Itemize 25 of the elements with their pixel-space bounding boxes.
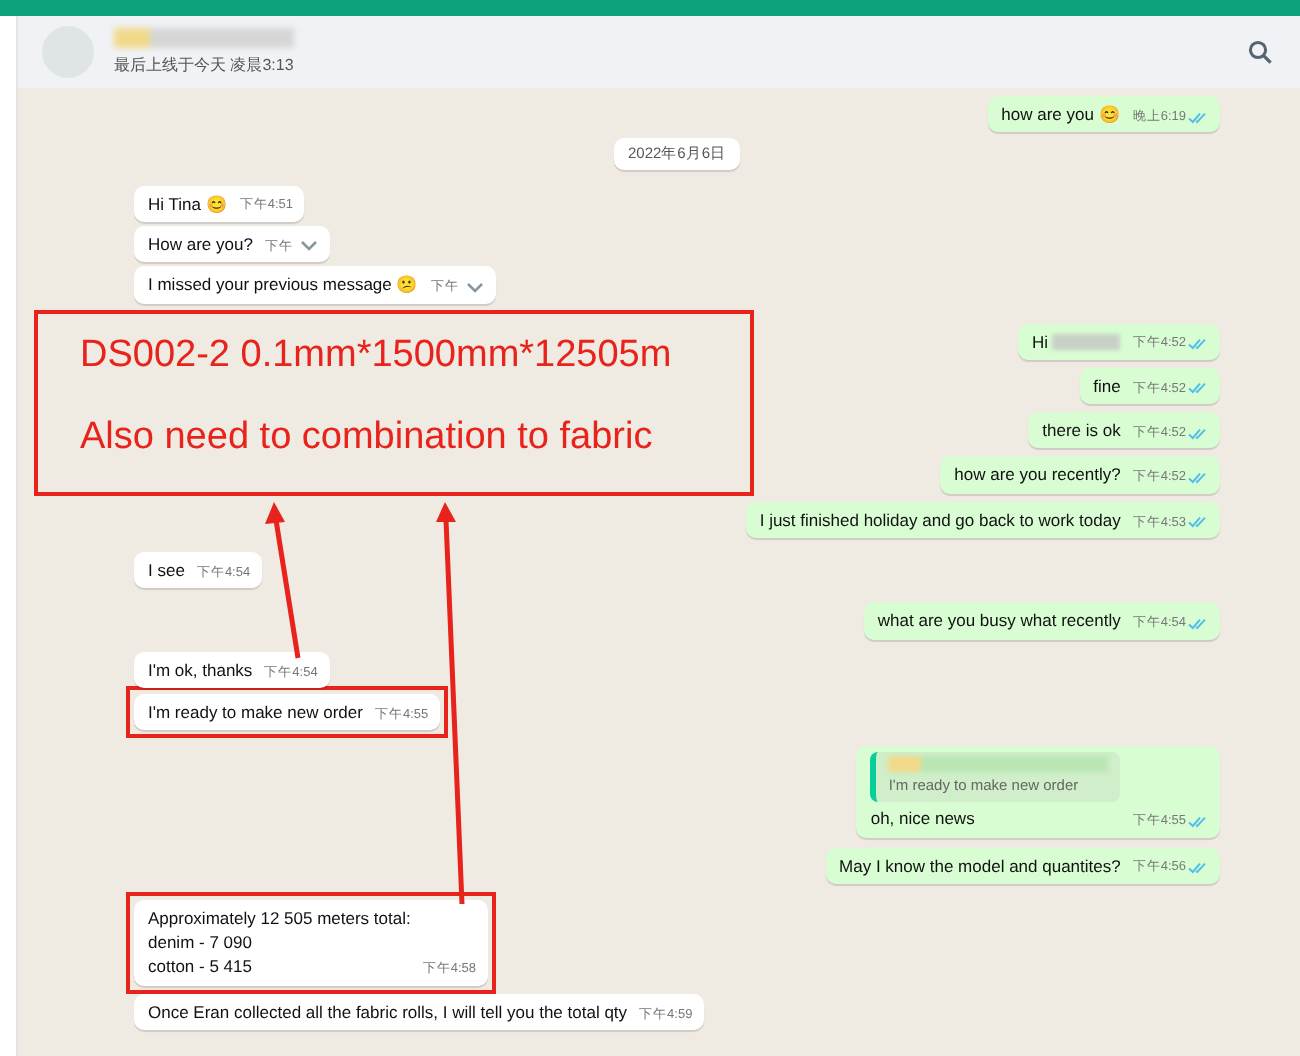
message-text: Once Eran collected all the fabric rolls, I will tell you the total qty bbox=[148, 1001, 628, 1022]
annotation-text: DS002-2 0.1mm*1500mm*12505m bbox=[80, 334, 674, 380]
message-text: oh, nice news bbox=[870, 808, 975, 829]
message-text: Hi bbox=[1031, 331, 1048, 351]
message-text: fine bbox=[1093, 375, 1121, 396]
message-text: what are you busy what recently bbox=[877, 610, 1121, 631]
message-text: there is ok bbox=[1042, 420, 1121, 441]
message-text: denim - 7 090 bbox=[148, 930, 254, 955]
message-text: Hi Tina 😊 bbox=[148, 193, 228, 214]
message-text: May I know the model and quantites? bbox=[839, 855, 1121, 875]
message-text: cotton - 5 415 bbox=[148, 954, 254, 980]
message-text: I see bbox=[148, 560, 185, 581]
annotation-text: Also need to combination to fabric bbox=[80, 415, 655, 462]
chevron-down-icon[interactable] bbox=[300, 240, 319, 253]
message-text: I just finished holiday and go back to work today bbox=[759, 509, 1121, 530]
message-text: how are you 😊 bbox=[1001, 104, 1121, 124]
chevron-down-icon[interactable] bbox=[466, 281, 485, 294]
message-text: Approximately 12 505 meters total: bbox=[148, 905, 411, 931]
message-text: I missed your previous message 😕 bbox=[148, 274, 419, 295]
message-text: How are you? bbox=[148, 233, 253, 254]
message-text: how are you recently? bbox=[954, 464, 1121, 485]
search-icon[interactable] bbox=[1248, 40, 1272, 64]
message-text: I'm ok, thanks bbox=[148, 659, 253, 680]
last-seen-status: 最后上线于今天 凌晨3:13 bbox=[114, 56, 294, 76]
message-text: I'm ready to make new order bbox=[148, 702, 363, 722]
